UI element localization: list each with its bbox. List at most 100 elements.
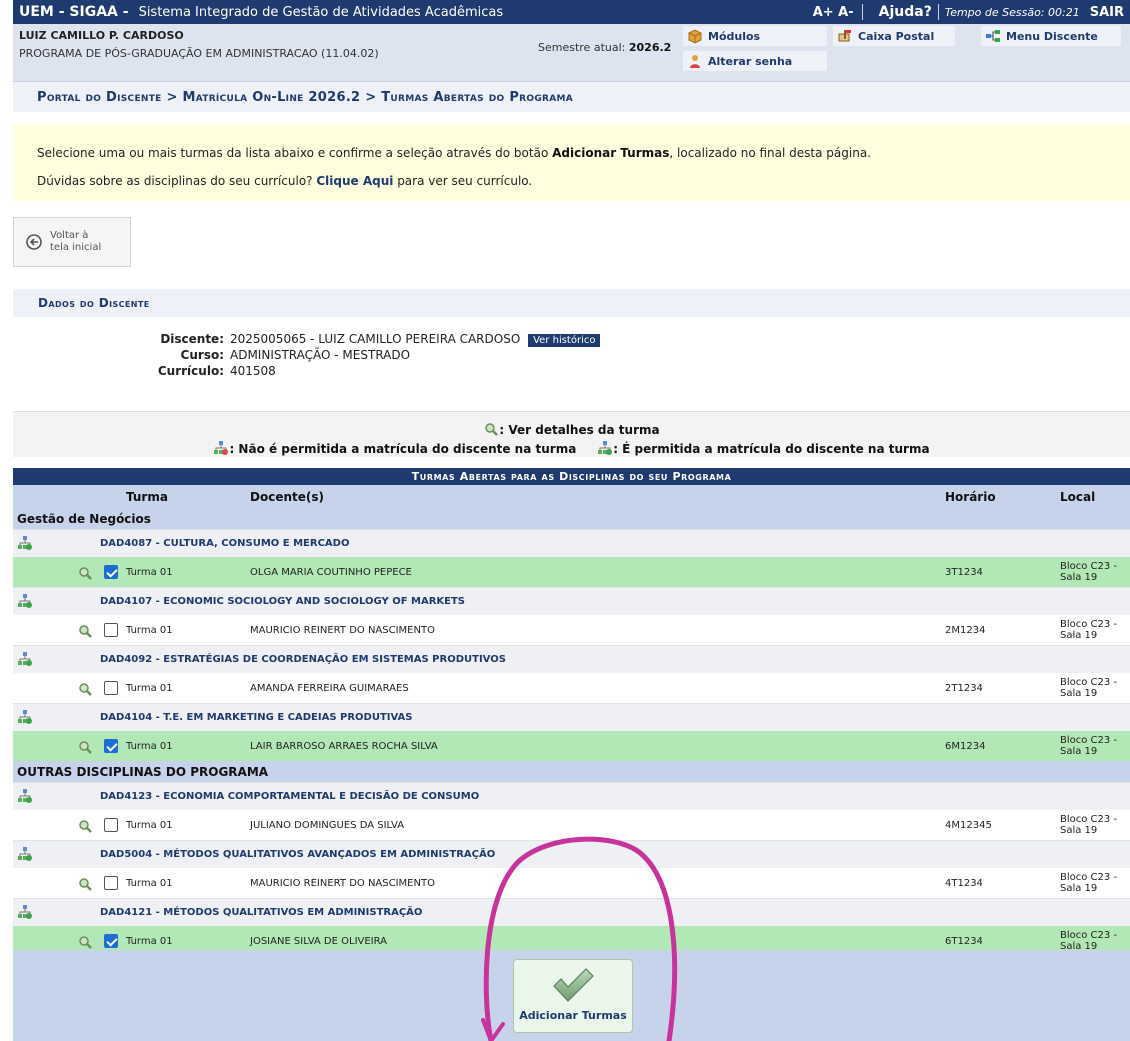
- col-docente: Docente(s): [250, 490, 324, 504]
- help-link[interactable]: Ajuda?: [863, 4, 938, 20]
- magnifier-icon: [79, 741, 92, 754]
- enrollment-allowed-icon: [18, 710, 32, 724]
- group-header: OUTRAS DISCIPLINAS DO PROGRAMA: [13, 761, 1130, 782]
- course-row: Curso: ADMINISTRAÇÃO - MESTRADO: [13, 348, 1130, 364]
- discipline-row: DAD5004 - MÉTODOS QUALITATIVOS AVANÇADOS…: [13, 840, 1130, 868]
- magnifier-icon: [79, 567, 92, 580]
- class-horario: 4M12345: [945, 820, 992, 831]
- class-docente: JOSIANE SILVA DE OLIVEIRA: [250, 936, 388, 947]
- class-details-button[interactable]: [77, 565, 93, 584]
- exit-link[interactable]: SAIR: [1086, 5, 1130, 20]
- discipline-name[interactable]: DAD4123 - ECONOMIA COMPORTAMENTAL E DECI…: [100, 791, 479, 802]
- discipline-name[interactable]: DAD4104 - T.E. EM MARKETING E CADEIAS PR…: [100, 712, 413, 723]
- class-select-checkbox[interactable]: [104, 681, 118, 695]
- enrollment-allowed-icon: [18, 847, 32, 861]
- class-row: Turma 01 MAURICIO REINERT DO NASCIMENTO …: [13, 615, 1130, 645]
- history-button[interactable]: Ver histórico: [528, 334, 601, 347]
- class-details-button[interactable]: [77, 681, 93, 700]
- discipline-row: DAD4087 - CULTURA, CONSUMO E MERCADO: [13, 529, 1130, 557]
- enrollment-status: [17, 788, 33, 807]
- enrollment-status: [17, 709, 33, 728]
- back-button[interactable]: Voltar à tela inicial: [13, 217, 131, 267]
- class-select-checkbox[interactable]: [104, 934, 118, 948]
- curriculum-link[interactable]: Clique Aqui: [316, 174, 393, 188]
- sitemap-icon: [986, 30, 1000, 42]
- system-name: Sistema Integrado de Gestão de Atividade…: [138, 4, 504, 20]
- enrollment-status: [17, 846, 33, 865]
- enrollment-allowed-icon: [18, 652, 32, 666]
- enrollment-allowed-icon: [18, 789, 32, 803]
- notice-text: Dúvidas sobre as disciplinas do seu curr…: [37, 174, 317, 188]
- semester-label: Semestre atual:: [538, 41, 626, 54]
- discipline-name[interactable]: DAD5004 - MÉTODOS QUALITATIVOS AVANÇADOS…: [100, 849, 495, 860]
- class-details-button[interactable]: [77, 876, 93, 895]
- change-password-button[interactable]: Alterar senha: [683, 51, 827, 71]
- discipline-row: DAD4104 - T.E. EM MARKETING E CADEIAS PR…: [13, 703, 1130, 731]
- class-details-button[interactable]: [77, 739, 93, 758]
- class-local: Bloco C23 - Sala 19: [1060, 561, 1118, 583]
- add-classes-label: Adicionar Turmas: [519, 1009, 627, 1022]
- class-docente: MAURICIO REINERT DO NASCIMENTO: [250, 878, 435, 889]
- discipline-row: DAD4123 - ECONOMIA COMPORTAMENTAL E DECI…: [13, 782, 1130, 810]
- breadcrumb: Portal do Discente > Matrícula On-Line 2…: [13, 82, 1130, 112]
- col-turma: Turma: [126, 490, 168, 504]
- student-row: Discente: 2025005065 - LUIZ CAMILLO PERE…: [13, 332, 1130, 348]
- discipline-name[interactable]: DAD4087 - CULTURA, CONSUMO E MERCADO: [100, 538, 349, 549]
- legend-allowed-text: : É permitida a matrícula do discente na…: [613, 442, 930, 456]
- class-select-checkbox[interactable]: [104, 876, 118, 890]
- enrollment-status: [17, 535, 33, 554]
- discente-value-wrap: 2025005065 - LUIZ CAMILLO PEREIRA CARDOS…: [230, 332, 601, 347]
- notice-bold: Adicionar Turmas: [552, 146, 670, 160]
- col-horario: Horário: [945, 490, 996, 504]
- class-local: Bloco C23 - Sala 19: [1060, 677, 1118, 699]
- curriculum-row: Currículo: 401508: [13, 364, 1130, 380]
- enrollment-allowed-icon: [598, 441, 613, 455]
- change-password-label: Alterar senha: [708, 54, 793, 68]
- class-row: Turma 01 MAURICIO REINERT DO NASCIMENTO …: [13, 868, 1130, 898]
- enrollment-not-allowed-icon: [214, 441, 229, 455]
- class-turma: Turma 01: [126, 625, 173, 636]
- notice-line-1: Selecione uma ou mais turmas da lista ab…: [37, 146, 1130, 160]
- discipline-row: DAD4107 - ECONOMIC SOCIOLOGY AND SOCIOLO…: [13, 587, 1130, 615]
- discipline-name[interactable]: DAD4107 - ECONOMIC SOCIOLOGY AND SOCIOLO…: [100, 596, 465, 607]
- legend-not-allowed-text: : Não é permitida a matrícula do discent…: [229, 442, 577, 456]
- discipline-name[interactable]: DAD4121 - MÉTODOS QUALITATIVOS EM ADMINI…: [100, 907, 422, 918]
- brand-title: UEM - SIGAA -: [19, 4, 129, 20]
- table-footer: Adicionar Turmas: [13, 950, 1130, 1041]
- legend: : Ver detalhes da turma : Não é permitid…: [13, 411, 1130, 457]
- curso-label: Curso:: [180, 348, 224, 362]
- class-horario: 4T1234: [945, 878, 983, 889]
- class-row: Turma 01 LAIR BARROSO ARRAES ROCHA SILVA…: [13, 731, 1130, 761]
- magnifier-icon: [79, 820, 92, 833]
- group-header: Gestão de Negócios: [13, 508, 1130, 529]
- enrollment-allowed-icon: [18, 905, 32, 919]
- add-classes-button[interactable]: Adicionar Turmas: [513, 959, 633, 1033]
- class-docente: JULIANO DOMINGUES DA SILVA: [250, 820, 405, 831]
- modules-button[interactable]: Módulos: [683, 26, 827, 46]
- class-turma: Turma 01: [126, 741, 173, 752]
- class-turma: Turma 01: [126, 936, 173, 947]
- font-size-controls[interactable]: A+ A-: [805, 5, 862, 20]
- check-icon: [553, 968, 594, 1002]
- class-select-checkbox[interactable]: [104, 623, 118, 637]
- legend-details-text: : Ver detalhes da turma: [499, 423, 660, 437]
- class-row: Turma 01 JULIANO DOMINGUES DA SILVA 4M12…: [13, 810, 1130, 840]
- discipline-name[interactable]: DAD4092 - ESTRATÉGIAS DE COORDENAÇÃO EM …: [100, 654, 506, 665]
- class-details-button[interactable]: [77, 818, 93, 837]
- class-select-checkbox[interactable]: [104, 739, 118, 753]
- legend-details: : Ver detalhes da turma: [13, 421, 1130, 437]
- class-docente: AMANDA FERREIRA GUIMARAES: [250, 683, 409, 694]
- user-info-bar: LUIZ CAMILLO P. CARDOSO PROGRAMA DE PÓS-…: [13, 24, 1130, 82]
- class-details-button[interactable]: [77, 623, 93, 642]
- enrollment-status: [17, 651, 33, 670]
- mailbox-button[interactable]: Caixa Postal: [833, 26, 955, 46]
- session-timer: Tempo de Sessão: 00:21: [944, 5, 1080, 19]
- class-docente: MAURICIO REINERT DO NASCIMENTO: [250, 625, 435, 636]
- discipline-row: DAD4092 - ESTRATÉGIAS DE COORDENAÇÃO EM …: [13, 645, 1130, 673]
- class-select-checkbox[interactable]: [104, 565, 118, 579]
- student-menu-button[interactable]: Menu Discente: [981, 26, 1121, 46]
- table-header: Turma Docente(s) Horário Local: [13, 485, 1130, 508]
- class-turma: Turma 01: [126, 567, 173, 578]
- class-select-checkbox[interactable]: [104, 818, 118, 832]
